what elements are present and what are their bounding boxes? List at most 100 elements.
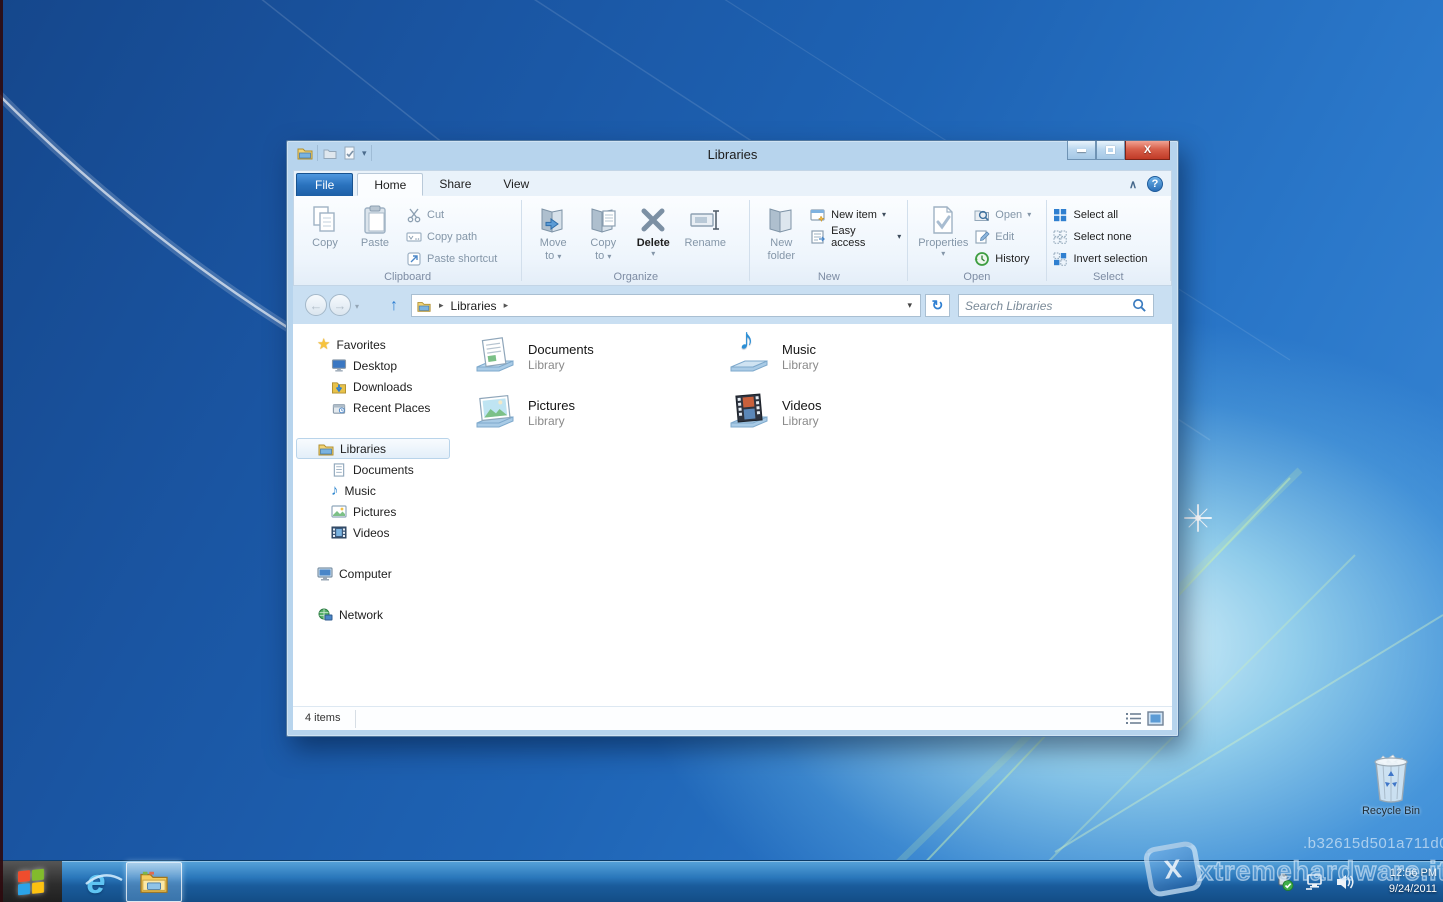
network-icon — [318, 608, 333, 620]
tab-share[interactable]: Share — [423, 173, 487, 196]
paste-button[interactable]: Paste — [350, 200, 400, 250]
thumbnail-view-button[interactable] — [1147, 711, 1164, 726]
start-button[interactable] — [0, 861, 62, 902]
wallpaper-sparkle — [1184, 504, 1212, 532]
titlebar[interactable]: ▾ Libraries X — [293, 141, 1172, 170]
recycle-bin[interactable]: Recycle Bin — [1356, 752, 1426, 817]
sidebar-item-network[interactable]: Network — [293, 604, 453, 625]
forward-button[interactable]: → — [329, 294, 351, 316]
sidebar-item-desktop[interactable]: Desktop — [293, 355, 453, 376]
group-label-select: Select — [1092, 271, 1124, 283]
minimize-ribbon-icon[interactable]: ∧ — [1129, 178, 1137, 191]
open-button[interactable]: Open ▾ — [974, 206, 1031, 224]
library-item-documents[interactable]: Documents Library — [471, 332, 716, 382]
refresh-button[interactable]: ↻ — [925, 294, 950, 317]
sidebar-item-recent-places[interactable]: Recent Places — [293, 397, 453, 418]
tab-file[interactable]: File — [296, 173, 354, 196]
taskbar-explorer-button[interactable] — [126, 862, 182, 902]
move-to-button[interactable]: Move to ▾ — [528, 200, 578, 263]
address-bar[interactable]: ▸ Libraries ▸ ▾ — [411, 294, 921, 317]
history-button[interactable]: History — [974, 250, 1031, 268]
cut-icon — [407, 208, 421, 223]
paste-shortcut-icon — [407, 252, 421, 266]
easy-access-button[interactable]: Easy access ▾ — [810, 225, 902, 249]
rename-button[interactable]: Rename — [678, 200, 732, 250]
libraries-icon — [318, 444, 334, 455]
breadcrumb-libraries[interactable]: Libraries — [451, 299, 497, 313]
window-controls: X — [1067, 141, 1170, 160]
library-item-videos[interactable]: Videos Library — [725, 388, 970, 438]
copy-to-dropdown-icon: ▾ — [607, 252, 612, 261]
delete-button[interactable]: Delete ▾ — [628, 200, 678, 258]
tab-home[interactable]: Home — [357, 173, 424, 196]
internet-explorer-icon: e — [84, 865, 123, 899]
library-item-pictures[interactable]: Pictures Library — [471, 388, 716, 438]
sidebar-item-documents[interactable]: Documents — [293, 459, 453, 480]
group-label-open: Open — [963, 271, 991, 283]
copy-path-button[interactable]: Copy path — [406, 228, 497, 246]
ribbon-group-clipboard: Copy Paste Cut Copy path Paste shortcut … — [294, 196, 521, 285]
select-all-button[interactable]: Select all — [1052, 206, 1147, 224]
copy-to-button[interactable]: Copy to ▾ — [578, 200, 628, 263]
help-icon[interactable]: ? — [1147, 176, 1163, 192]
close-button[interactable]: X — [1125, 141, 1170, 160]
ribbon-tab-row: File Home Share View ∧ ? — [293, 170, 1172, 196]
back-button[interactable]: ← — [305, 294, 327, 316]
group-label-organize: Organize — [613, 271, 659, 283]
computer-icon — [317, 566, 333, 580]
new-folder-button[interactable]: New folder — [756, 200, 806, 263]
watermark-text: xtremehardware.it — [1197, 855, 1443, 886]
breadcrumb-arrow-icon[interactable]: ▸ — [439, 300, 444, 311]
edit-button[interactable]: Edit — [974, 228, 1031, 246]
invert-selection-button[interactable]: Invert selection — [1052, 250, 1147, 268]
up-icon: ↑ — [390, 297, 398, 314]
select-none-button[interactable]: Select none — [1052, 228, 1147, 246]
sidebar-item-pictures[interactable]: Pictures — [293, 501, 453, 522]
minimize-button[interactable] — [1067, 141, 1096, 160]
up-button[interactable]: ↑ — [383, 296, 405, 316]
recycle-bin-label: Recycle Bin — [1361, 805, 1421, 817]
properties-dropdown-icon: ▾ — [941, 249, 946, 258]
properties-button[interactable]: Properties ▾ — [914, 200, 972, 258]
refresh-icon: ↻ — [931, 297, 944, 313]
minimize-icon — [1077, 148, 1086, 152]
breadcrumb-arrow-icon-2[interactable]: ▸ — [504, 300, 509, 311]
tab-view[interactable]: View — [487, 173, 545, 196]
invert-selection-icon — [1053, 252, 1068, 266]
new-item-icon — [810, 209, 825, 223]
window-body: ★ Favorites Desktop Downloads Recent Pla… — [293, 323, 1172, 706]
group-label-clipboard: Clipboard — [384, 271, 432, 283]
desktop-icon — [331, 359, 347, 372]
search-input[interactable] — [965, 298, 1132, 313]
search-box[interactable] — [958, 294, 1154, 317]
maximize-button[interactable] — [1096, 141, 1125, 160]
address-dropdown-icon[interactable]: ▾ — [903, 300, 916, 311]
search-icon[interactable] — [1132, 298, 1147, 313]
sidebar-item-downloads[interactable]: Downloads — [293, 376, 453, 397]
maximize-icon — [1106, 146, 1115, 154]
favorites-star-icon: ★ — [317, 335, 331, 353]
sidebar-item-music[interactable]: ♪ Music — [293, 480, 453, 501]
file-list[interactable]: Documents Library ♪ Music Library Pictur… — [453, 323, 1172, 706]
new-item-button[interactable]: New item ▾ — [810, 206, 901, 224]
forward-icon: → — [333, 297, 347, 313]
sidebar-item-videos[interactable]: Videos — [293, 522, 453, 543]
library-item-music[interactable]: ♪ Music Library — [725, 323, 970, 382]
sidebar-item-libraries[interactable]: Libraries — [296, 438, 450, 459]
taskbar-ie-button[interactable]: e — [72, 861, 123, 902]
move-to-icon — [541, 208, 563, 233]
paste-icon — [364, 205, 386, 234]
delete-dropdown-icon: ▾ — [651, 249, 656, 258]
ribbon-group-organize: Move to ▾ Copy to ▾ Delete ▾ Rename Orga… — [522, 196, 749, 285]
documents-icon — [333, 462, 345, 477]
cut-button[interactable]: Cut — [406, 206, 497, 224]
easy-access-dropdown-icon: ▾ — [897, 232, 902, 241]
copy-button[interactable]: Copy — [300, 200, 350, 250]
sidebar-item-computer[interactable]: Computer — [293, 563, 453, 584]
recent-pages-chevron[interactable]: ▾ — [355, 302, 359, 311]
sidebar-item-favorites[interactable]: ★ Favorites — [293, 334, 453, 355]
paste-shortcut-button[interactable]: Paste shortcut — [406, 250, 497, 268]
details-view-button[interactable] — [1125, 711, 1142, 726]
